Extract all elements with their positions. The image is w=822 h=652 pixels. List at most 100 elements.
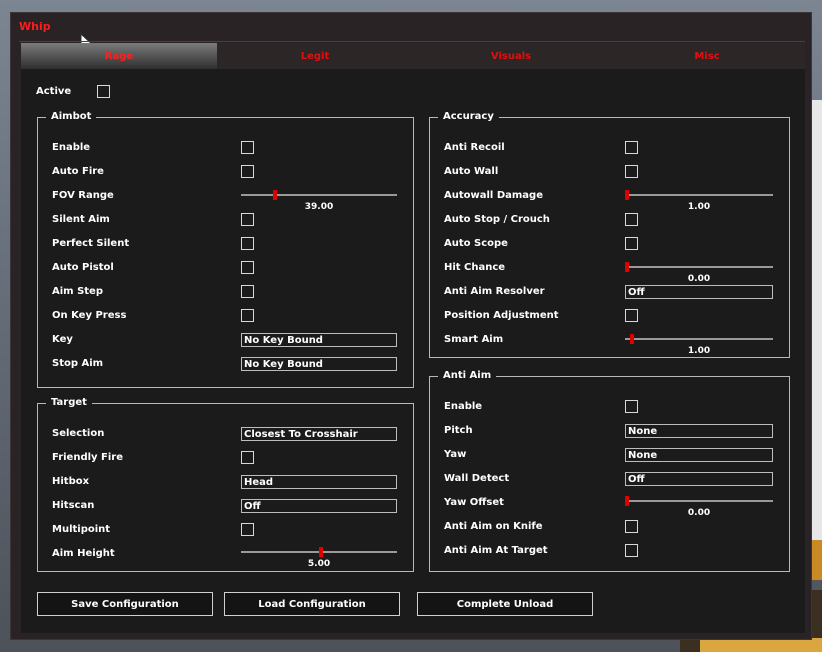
yaw-offset-value: 0.00	[687, 508, 711, 518]
yaw-offset-label: Yaw Offset	[444, 497, 504, 508]
title-divider	[19, 41, 805, 42]
anti-recoil-label: Anti Recoil	[444, 142, 505, 153]
aim-height-value: 5.00	[307, 559, 331, 569]
hit-chance-value: 0.00	[687, 274, 711, 284]
position-adjustment-checkbox[interactable]	[625, 309, 638, 322]
yaw-label: Yaw	[444, 449, 467, 460]
smart-aim-label: Smart Aim	[444, 334, 504, 345]
auto-pistol-label: Auto Pistol	[52, 262, 114, 273]
target-group: Target Selection Closest To Crosshair Fr…	[37, 397, 414, 572]
anti-aim-target-checkbox[interactable]	[625, 544, 638, 557]
hitbox-label: Hitbox	[52, 476, 90, 487]
slider-track	[625, 500, 773, 502]
anti-recoil-checkbox[interactable]	[625, 141, 638, 154]
aim-step-label: Aim Step	[52, 286, 103, 297]
complete-unload-button[interactable]: Complete Unload	[417, 592, 593, 616]
stop-aim-bind-field[interactable]: No Key Bound	[241, 357, 397, 371]
slider-track	[241, 194, 397, 196]
multipoint-checkbox[interactable]	[241, 523, 254, 536]
fov-range-value: 39.00	[304, 202, 334, 212]
load-configuration-button[interactable]: Load Configuration	[224, 592, 400, 616]
active-checkbox[interactable]	[97, 85, 110, 98]
anti-aim-group-title: Anti Aim	[438, 370, 497, 382]
slider-knob[interactable]	[630, 334, 634, 344]
yaw-offset-slider[interactable]	[625, 495, 773, 507]
auto-scope-checkbox[interactable]	[625, 237, 638, 250]
auto-scope-label: Auto Scope	[444, 238, 508, 249]
hitbox-dropdown[interactable]: Head	[241, 475, 397, 489]
target-group-title: Target	[46, 397, 92, 409]
multipoint-label: Multipoint	[52, 524, 111, 535]
auto-stop-label: Auto Stop / Crouch	[444, 214, 550, 225]
tab-visuals[interactable]: Visuals	[413, 43, 609, 69]
auto-fire-checkbox[interactable]	[241, 165, 254, 178]
smart-aim-value: 1.00	[687, 346, 711, 356]
on-key-press-checkbox[interactable]	[241, 309, 254, 322]
slider-track	[625, 338, 773, 340]
aimbot-group-title: Aimbot	[46, 111, 97, 123]
tab-misc[interactable]: Misc	[609, 43, 805, 69]
anti-aim-enable-checkbox[interactable]	[625, 400, 638, 413]
auto-stop-checkbox[interactable]	[625, 213, 638, 226]
silent-aim-label: Silent Aim	[52, 214, 110, 225]
hitscan-dropdown[interactable]: Off	[241, 499, 397, 513]
slider-knob[interactable]	[319, 547, 323, 557]
rage-panel: Active Aimbot Enable Auto Fire FOV Range…	[21, 69, 805, 633]
tab-legit[interactable]: Legit	[217, 43, 413, 69]
slider-knob[interactable]	[625, 496, 629, 506]
anti-aim-knife-label: Anti Aim on Knife	[444, 521, 543, 532]
slider-knob[interactable]	[625, 190, 629, 200]
auto-fire-label: Auto Fire	[52, 166, 104, 177]
silent-aim-checkbox[interactable]	[241, 213, 254, 226]
anti-aim-knife-checkbox[interactable]	[625, 520, 638, 533]
selection-label: Selection	[52, 428, 105, 439]
hit-chance-label: Hit Chance	[444, 262, 506, 273]
aimbot-enable-label: Enable	[52, 142, 91, 153]
auto-pistol-checkbox[interactable]	[241, 261, 254, 274]
tab-bar: Rage Legit Visuals Misc	[21, 43, 805, 69]
tab-rage[interactable]: Rage	[21, 43, 217, 69]
resolver-dropdown[interactable]: Off	[625, 285, 773, 299]
key-bind-field[interactable]: No Key Bound	[241, 333, 397, 347]
aim-height-slider[interactable]	[241, 546, 397, 558]
auto-wall-label: Auto Wall	[444, 166, 499, 177]
autowall-damage-value: 1.00	[687, 202, 711, 212]
autowall-damage-slider[interactable]	[625, 189, 773, 201]
friendly-fire-label: Friendly Fire	[52, 452, 124, 463]
friendly-fire-checkbox[interactable]	[241, 451, 254, 464]
window-title: Whip	[19, 20, 51, 33]
fov-range-label: FOV Range	[52, 190, 114, 201]
aim-height-label: Aim Height	[52, 548, 115, 559]
anti-aim-target-label: Anti Aim At Target	[444, 545, 548, 556]
perfect-silent-checkbox[interactable]	[241, 237, 254, 250]
slider-knob[interactable]	[625, 262, 629, 272]
background-decor-strip	[700, 638, 822, 652]
pitch-label: Pitch	[444, 425, 473, 436]
fov-range-slider[interactable]	[241, 189, 397, 201]
accuracy-group: Accuracy Anti Recoil Auto Wall Autowall …	[429, 111, 790, 358]
yaw-dropdown[interactable]: None	[625, 448, 773, 462]
selection-dropdown[interactable]: Closest To Crosshair	[241, 427, 397, 441]
resolver-label: Anti Aim Resolver	[444, 286, 545, 297]
hit-chance-slider[interactable]	[625, 261, 773, 273]
slider-track	[625, 266, 773, 268]
aimbot-enable-checkbox[interactable]	[241, 141, 254, 154]
save-configuration-button[interactable]: Save Configuration	[37, 592, 213, 616]
cheat-menu-window: Whip Rage Legit Visuals Misc Active Aimb…	[10, 12, 812, 640]
auto-wall-checkbox[interactable]	[625, 165, 638, 178]
active-label: Active	[36, 86, 72, 97]
autowall-damage-label: Autowall Damage	[444, 190, 543, 201]
smart-aim-slider[interactable]	[625, 333, 773, 345]
anti-aim-enable-label: Enable	[444, 401, 483, 412]
stop-aim-label: Stop Aim	[52, 358, 104, 369]
on-key-press-label: On Key Press	[52, 310, 127, 321]
pitch-dropdown[interactable]: None	[625, 424, 773, 438]
wall-detect-label: Wall Detect	[444, 473, 510, 484]
slider-track	[625, 194, 773, 196]
perfect-silent-label: Perfect Silent	[52, 238, 130, 249]
key-label: Key	[52, 334, 73, 345]
wall-detect-dropdown[interactable]: Off	[625, 472, 773, 486]
aim-step-checkbox[interactable]	[241, 285, 254, 298]
slider-knob[interactable]	[273, 190, 277, 200]
anti-aim-group: Anti Aim Enable Pitch None Yaw None Wall…	[429, 370, 790, 572]
